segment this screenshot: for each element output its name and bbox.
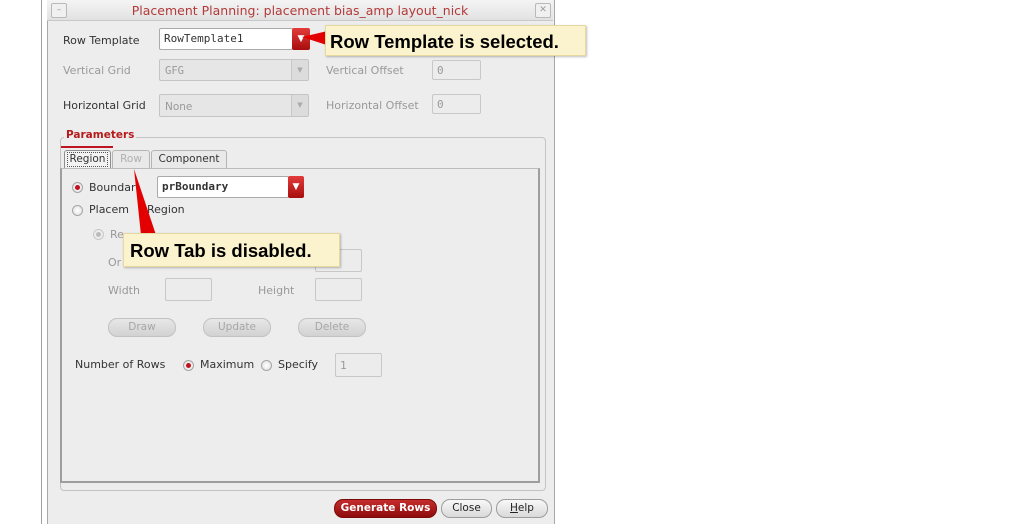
row-template-callout: Row Template is selected. — [325, 25, 586, 56]
row-tab-callout-arrow — [134, 169, 156, 235]
row-tab-callout: Row Tab is disabled. — [123, 233, 340, 267]
